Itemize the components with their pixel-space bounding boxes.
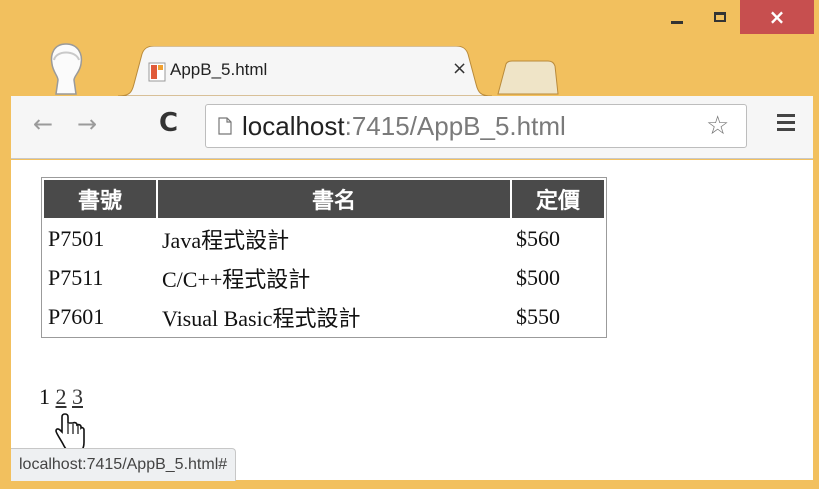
cell-book-id: P7511 — [48, 264, 104, 290]
header-book-name: 書名 — [158, 180, 510, 218]
tab-appb5[interactable]: AppB_5.html × — [118, 46, 492, 96]
close-icon: × — [768, 5, 786, 29]
maximize-icon — [714, 12, 726, 22]
cell-price: $500 — [516, 264, 560, 290]
maximize-button[interactable] — [700, 0, 740, 34]
page-content: 書號 書名 定價 P7501 Java程式設計 $560 P7511 C/C++… — [11, 160, 813, 480]
reload-icon[interactable]: C — [159, 108, 178, 138]
close-window-button[interactable]: × — [740, 0, 814, 34]
bookmark-star-icon[interactable]: ☆ — [706, 111, 729, 141]
url-host: localhost — [242, 111, 345, 141]
minimize-button[interactable] — [654, 0, 700, 34]
minimize-icon — [671, 20, 683, 24]
cell-book-id: P7601 — [48, 303, 105, 329]
tab-title: AppB_5.html — [170, 60, 268, 79]
pagination-link-2[interactable]: 2 — [56, 384, 67, 409]
back-arrow-icon[interactable]: ← — [33, 110, 53, 138]
table-header-row: 書號 書名 定價 — [44, 180, 604, 218]
table-row: P7501 Java程式設計 $560 — [44, 220, 604, 257]
cell-book-name: C/C++程式設計 — [162, 266, 311, 292]
pagination-link-3[interactable]: 3 — [72, 384, 83, 409]
new-tab-button[interactable] — [496, 60, 560, 96]
address-bar[interactable]: localhost:7415/AppB_5.html ☆ — [205, 104, 747, 148]
page-icon — [218, 117, 232, 135]
tab-close-icon[interactable]: × — [452, 58, 467, 79]
header-price: 定價 — [512, 180, 604, 218]
browser-toolbar: ← → C localhost:7415/AppB_5.html ☆ — [11, 96, 813, 159]
menu-icon[interactable] — [777, 114, 795, 135]
table-row: P7601 Visual Basic程式設計 $550 — [44, 298, 604, 335]
forward-arrow-icon[interactable]: → — [77, 110, 97, 138]
cell-book-id: P7501 — [48, 225, 105, 251]
cell-price: $560 — [516, 225, 560, 251]
cell-book-name: Visual Basic程式設計 — [162, 305, 361, 331]
url-text: localhost:7415/AppB_5.html — [242, 111, 566, 142]
pagination: 1 2 3 — [39, 384, 83, 410]
page-favicon-icon — [148, 62, 166, 82]
books-table: 書號 書名 定價 P7501 Java程式設計 $560 P7511 C/C++… — [41, 177, 607, 338]
header-book-id: 書號 — [44, 180, 156, 218]
table-row: P7511 C/C++程式設計 $500 — [44, 259, 604, 296]
cell-book-name: Java程式設計 — [162, 227, 290, 253]
profile-avatar-icon[interactable] — [46, 42, 86, 96]
status-bar: localhost:7415/AppB_5.html# — [11, 448, 237, 481]
pagination-current-page: 1 — [39, 384, 50, 409]
url-path: :7415/AppB_5.html — [344, 111, 566, 141]
cell-price: $550 — [516, 303, 560, 329]
